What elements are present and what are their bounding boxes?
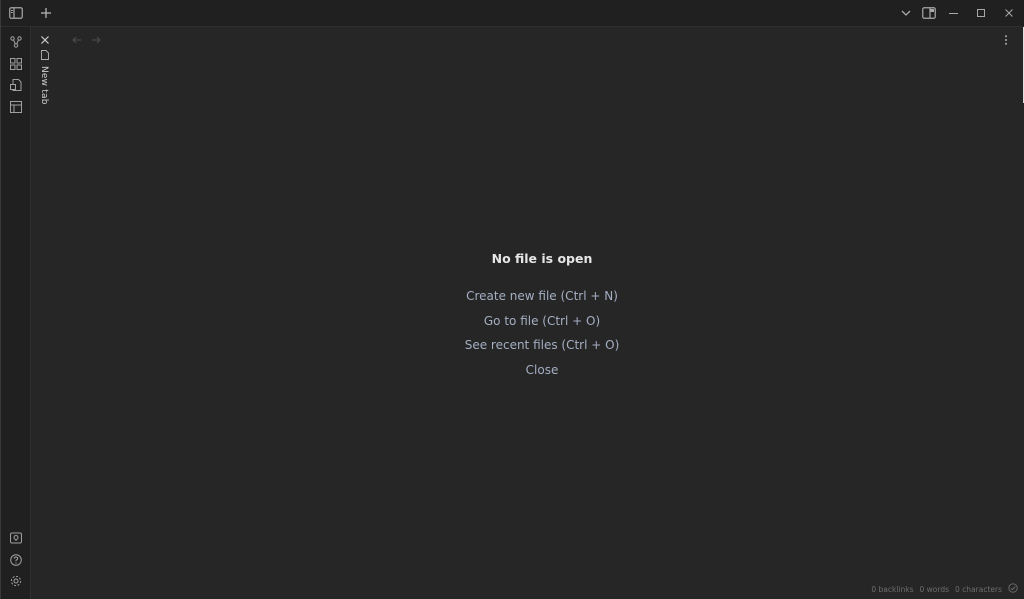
tab-new-tab[interactable]: New tab: [39, 66, 49, 105]
empty-state: No file is open Create new file (Ctrl + …: [59, 250, 1024, 382]
character-count: 0 characters: [955, 584, 1002, 594]
template-icon[interactable]: [9, 78, 23, 92]
split-view-icon[interactable]: [921, 6, 937, 20]
file-icon: [39, 49, 51, 61]
empty-state-title: No file is open: [491, 251, 593, 266]
sidebar-toggle-icon[interactable]: [8, 6, 24, 20]
go-to-file-link[interactable]: Go to file (Ctrl + O): [59, 309, 1024, 334]
vault-icon[interactable]: [9, 531, 23, 545]
close-tab-icon[interactable]: [39, 34, 51, 46]
title-bar: [1, 0, 1024, 27]
word-count: 0 words: [919, 584, 950, 594]
help-icon[interactable]: [9, 553, 23, 567]
close-icon[interactable]: [1003, 7, 1015, 19]
left-ribbon: [1, 27, 31, 599]
new-tab-icon[interactable]: [39, 6, 53, 20]
forward-arrow-icon[interactable]: [90, 34, 102, 46]
status-bar: 0 backlinks 0 words 0 characters: [871, 583, 1018, 595]
backlinks-count[interactable]: 0 backlinks: [871, 585, 913, 594]
canvas-icon[interactable]: [9, 57, 23, 71]
settings-icon[interactable]: [9, 574, 23, 588]
close-link[interactable]: Close: [59, 358, 1024, 383]
obsidian-window: New tab No file is open Create new file …: [0, 0, 1024, 599]
minimize-icon[interactable]: [947, 7, 959, 19]
tab-label: New tab: [39, 66, 49, 105]
sync-status-icon[interactable]: [1008, 583, 1018, 595]
maximize-icon[interactable]: [975, 7, 987, 19]
back-arrow-icon[interactable]: [71, 34, 83, 46]
graph-view-icon[interactable]: [9, 35, 23, 49]
more-options-icon[interactable]: [1000, 34, 1012, 46]
see-recent-files-link[interactable]: See recent files (Ctrl + O): [59, 333, 1024, 358]
tab-strip: [31, 27, 59, 599]
layout-icon[interactable]: [9, 100, 23, 114]
create-new-file-link[interactable]: Create new file (Ctrl + N): [59, 284, 1024, 309]
chevron-down-icon[interactable]: [899, 7, 913, 19]
